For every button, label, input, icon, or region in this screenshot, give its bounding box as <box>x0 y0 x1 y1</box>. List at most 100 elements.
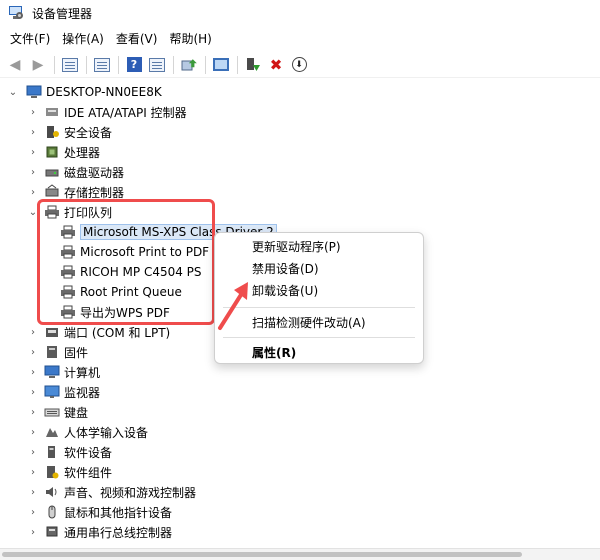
menu-separator <box>223 337 415 338</box>
help-icon: ? <box>126 57 142 72</box>
menu-item-disable-device[interactable]: 禁用设备(D) <box>215 257 423 279</box>
keyboard-icon <box>44 404 60 420</box>
chevron-right-icon[interactable]: › <box>28 187 38 198</box>
tree-root-label: DESKTOP-NN0EE8K <box>46 85 162 99</box>
tree-item-software-component[interactable]: › 软件组件 <box>28 462 112 482</box>
processor-icon <box>44 144 60 160</box>
uninstall-device-button[interactable]: ✖ <box>265 54 287 76</box>
menu-file[interactable]: 文件(F) <box>4 28 56 50</box>
menu-bar: 文件(F) 操作(A) 查看(V) 帮助(H) <box>0 28 218 50</box>
chevron-right-icon[interactable]: › <box>28 427 38 438</box>
storage-controller-icon <box>44 184 60 200</box>
menu-view[interactable]: 查看(V) <box>110 28 164 50</box>
menu-item-update-driver[interactable]: 更新驱动程序(P) <box>215 235 423 257</box>
menu-help[interactable]: 帮助(H) <box>163 28 217 50</box>
tree-item-firmware[interactable]: › 固件 <box>28 342 88 362</box>
back-arrow-icon: ◀ <box>9 56 21 73</box>
disk-drive-icon <box>44 164 60 180</box>
tree-item-hid[interactable]: › 人体学输入设备 <box>28 422 148 442</box>
forward-button[interactable]: ▶ <box>27 54 49 76</box>
chevron-right-icon[interactable]: › <box>28 127 38 138</box>
chevron-right-icon[interactable]: › <box>28 527 38 538</box>
speaker-icon <box>44 484 60 500</box>
chevron-right-icon[interactable]: › <box>28 507 38 518</box>
tree-item-security[interactable]: › 安全设备 <box>28 122 112 142</box>
chevron-right-icon[interactable]: › <box>28 387 38 398</box>
tree-item-storage[interactable]: › 存储控制器 <box>28 182 124 202</box>
scrollbar-thumb[interactable] <box>2 552 522 557</box>
chevron-right-icon[interactable]: › <box>28 167 38 178</box>
tree-item-mouse[interactable]: › 鼠标和其他指针设备 <box>28 502 172 522</box>
chevron-right-icon[interactable]: › <box>28 407 38 418</box>
window-title: 设备管理器 <box>32 6 93 21</box>
tree-item-usb[interactable]: › 通用串行总线控制器 <box>28 522 172 542</box>
tree-item-root-print-queue[interactable]: Root Print Queue <box>60 282 182 302</box>
tree-item-ports[interactable]: › 端口 (COM 和 LPT) <box>28 322 170 342</box>
tree-item-keyboard[interactable]: › 键盘 <box>28 402 88 422</box>
uninstall-device-icon: ✖ <box>269 55 283 74</box>
tree-item-print-queue[interactable]: ⌄ 打印队列 <box>28 202 112 222</box>
tree-item-processor[interactable]: › 处理器 <box>28 142 100 162</box>
menu-item-uninstall-device[interactable]: 卸载设备(U) <box>215 279 423 301</box>
properties-icon <box>94 57 110 72</box>
usb-icon <box>44 524 60 540</box>
forward-arrow-icon: ▶ <box>32 56 44 73</box>
toolbar-separator <box>173 55 174 74</box>
toolbar: ◀ ▶ ? ✖ ⬇ <box>0 52 600 78</box>
mouse-icon <box>44 504 60 520</box>
title-bar: 设备管理器 <box>0 0 600 26</box>
scan-hardware-icon <box>213 58 229 71</box>
properties-button[interactable] <box>91 54 113 76</box>
chevron-down-icon[interactable]: ⌄ <box>8 87 18 98</box>
chevron-right-icon[interactable]: › <box>28 327 38 338</box>
tree-item-sound[interactable]: › 声音、视频和游戏控制器 <box>28 482 196 502</box>
chevron-right-icon[interactable]: › <box>28 107 38 118</box>
view-button[interactable] <box>146 54 168 76</box>
disable-device-button[interactable]: ⬇ <box>288 54 310 76</box>
show-hide-tree-button[interactable] <box>59 54 81 76</box>
computer-icon <box>44 364 60 380</box>
view-icon <box>149 57 165 72</box>
chevron-right-icon[interactable]: › <box>28 487 38 498</box>
context-menu: 更新驱动程序(P) 禁用设备(D) 卸载设备(U) 扫描检测硬件改动(A) 属性… <box>214 232 424 364</box>
toolbar-separator <box>118 55 119 74</box>
scan-hardware-button[interactable] <box>210 54 232 76</box>
tree-item-print-to-pdf[interactable]: Microsoft Print to PDF <box>60 242 209 262</box>
menu-item-scan-hardware[interactable]: 扫描检测硬件改动(A) <box>215 311 423 333</box>
chevron-right-icon[interactable]: › <box>28 347 38 358</box>
help-button[interactable]: ? <box>123 54 145 76</box>
menu-item-properties[interactable]: 属性(R) <box>215 341 423 363</box>
monitor-icon <box>44 384 60 400</box>
enable-device-icon <box>247 57 260 71</box>
tree-root[interactable]: ⌄ DESKTOP-NN0EE8K <box>8 82 162 102</box>
chevron-down-icon[interactable]: ⌄ <box>28 207 38 218</box>
tree-item-ide[interactable]: › IDE ATA/ATAPI 控制器 <box>28 102 187 122</box>
update-driver-icon <box>181 58 197 70</box>
update-driver-button[interactable] <box>178 54 200 76</box>
chevron-right-icon[interactable]: › <box>28 467 38 478</box>
chevron-right-icon[interactable]: › <box>28 447 38 458</box>
chevron-right-icon[interactable]: › <box>28 147 38 158</box>
toolbar-separator <box>205 55 206 74</box>
horizontal-scrollbar[interactable] <box>0 548 600 560</box>
menu-action[interactable]: 操作(A) <box>56 28 110 50</box>
software-component-icon <box>44 464 60 480</box>
back-button[interactable]: ◀ <box>4 54 26 76</box>
tree-item-wps-pdf[interactable]: 导出为WPS PDF <box>60 302 170 322</box>
hid-icon <box>44 424 60 440</box>
enable-device-button[interactable] <box>242 54 264 76</box>
show-hide-tree-icon <box>62 57 78 72</box>
printer-icon <box>60 244 76 260</box>
toolbar-separator <box>54 55 55 74</box>
tree-item-disk[interactable]: › 磁盘驱动器 <box>28 162 124 182</box>
tree-item-software-device[interactable]: › 软件设备 <box>28 442 112 462</box>
security-device-icon <box>44 124 60 140</box>
tree-item-computer[interactable]: › 计算机 <box>28 362 100 382</box>
tree-item-monitor[interactable]: › 监视器 <box>28 382 100 402</box>
firmware-icon <box>44 344 60 360</box>
chevron-right-icon[interactable]: › <box>28 367 38 378</box>
toolbar-separator <box>237 55 238 74</box>
tree-item-ricoh[interactable]: RICOH MP C4504 PS <box>60 262 202 282</box>
device-manager-icon <box>8 5 24 21</box>
software-device-icon <box>44 444 60 460</box>
